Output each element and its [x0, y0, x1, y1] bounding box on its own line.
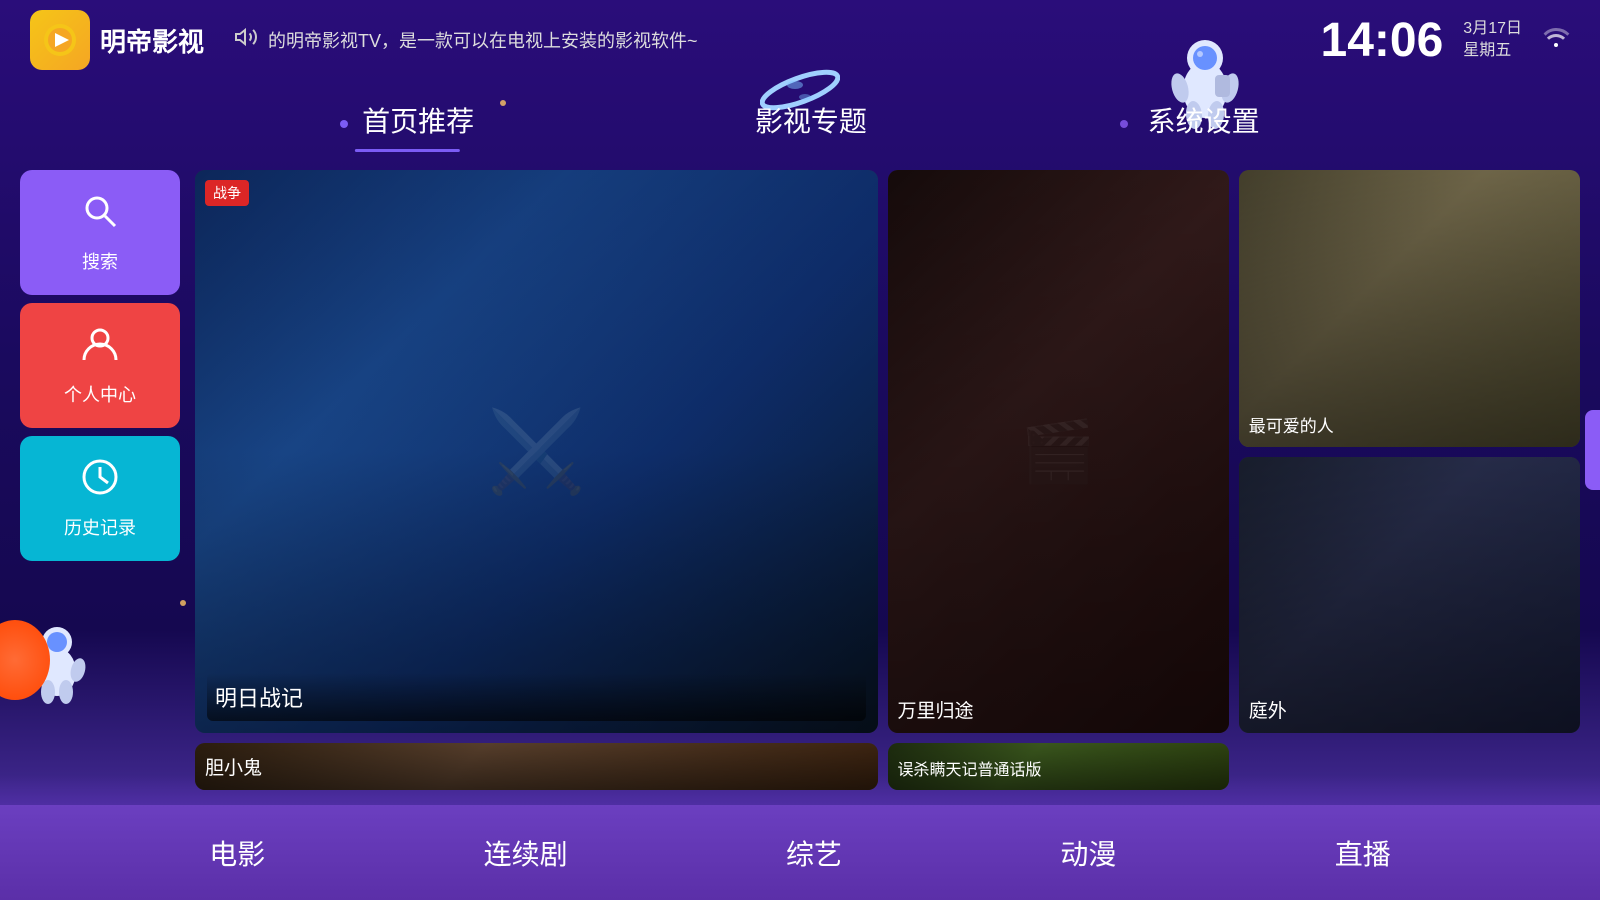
nav-live[interactable]: 直播	[1305, 823, 1421, 883]
app-name: 明帝影视	[100, 22, 204, 59]
date-area: 3月17日 星期五	[1463, 18, 1522, 63]
nav-variety[interactable]: 综艺	[756, 823, 872, 883]
volume-icon	[234, 25, 258, 55]
card-title-3: 最可爱的人	[1249, 412, 1570, 437]
nav-anime[interactable]: 动漫	[1030, 823, 1146, 883]
nav-home[interactable]: 首页推荐	[320, 92, 494, 148]
clock-icon	[80, 457, 120, 506]
clock-display: 14:06	[1321, 13, 1444, 68]
sidebar: 搜索 个人中心 历史记录	[20, 170, 180, 790]
card-title-6: 误杀瞒天记普通话版	[898, 756, 1219, 780]
logo-area: 明帝影视	[30, 10, 204, 70]
logo-icon	[30, 10, 90, 70]
header: 明帝影视 的明帝影视TV，是一款可以在电视上安装的影视软件~ 14:06 3月1…	[0, 0, 1600, 80]
card-title-1: 明日战记	[207, 673, 866, 721]
media-card-danxiaogui[interactable]: 胆小鬼	[195, 743, 878, 790]
search-button[interactable]: 搜索	[20, 170, 180, 295]
search-icon	[80, 191, 120, 240]
card-title-5: 胆小鬼	[205, 753, 868, 780]
bottom-nav: 电影 连续剧 综艺 动漫 直播	[0, 805, 1600, 900]
main-nav: 首页推荐 影视专题 系统设置	[0, 80, 1600, 160]
marquee-text: 的明帝影视TV，是一款可以在电视上安装的影视软件~	[268, 27, 698, 53]
nav-topics[interactable]: 影视专题	[735, 92, 887, 148]
marquee-area: 的明帝影视TV，是一款可以在电视上安装的影视软件~	[234, 25, 1321, 55]
history-button[interactable]: 历史记录	[20, 436, 180, 561]
wifi-icon	[1542, 23, 1570, 58]
personal-center-button[interactable]: 个人中心	[20, 303, 180, 428]
nav-dot-home	[340, 120, 348, 128]
nav-settings[interactable]: 系统设置	[1128, 92, 1280, 148]
media-card-tingwai[interactable]: 庭外	[1239, 457, 1580, 734]
media-card-wusha[interactable]: 误杀瞒天记普通话版	[888, 743, 1229, 790]
user-icon	[80, 324, 120, 373]
content-area: 搜索 个人中心 历史记录	[0, 160, 1600, 800]
nav-movie[interactable]: 电影	[179, 823, 295, 883]
time-area: 14:06 3月17日 星期五	[1321, 13, 1570, 68]
card-badge: 战争	[205, 180, 249, 206]
card-title-4a: 庭外	[1249, 696, 1570, 723]
date-display: 3月17日	[1463, 18, 1522, 40]
media-card-wanliguitou[interactable]: 🎬 万里归途	[888, 170, 1229, 733]
media-card-zuikeaidernen[interactable]: 最可爱的人	[1239, 170, 1580, 447]
scroll-indicator	[1585, 410, 1600, 490]
nav-series[interactable]: 连续剧	[454, 823, 598, 883]
media-card-mingrizhanji[interactable]: ⚔️ 战争 明日战记	[195, 170, 878, 733]
card-title-4: 万里归途	[898, 696, 1219, 723]
weekday-display: 星期五	[1463, 40, 1522, 62]
